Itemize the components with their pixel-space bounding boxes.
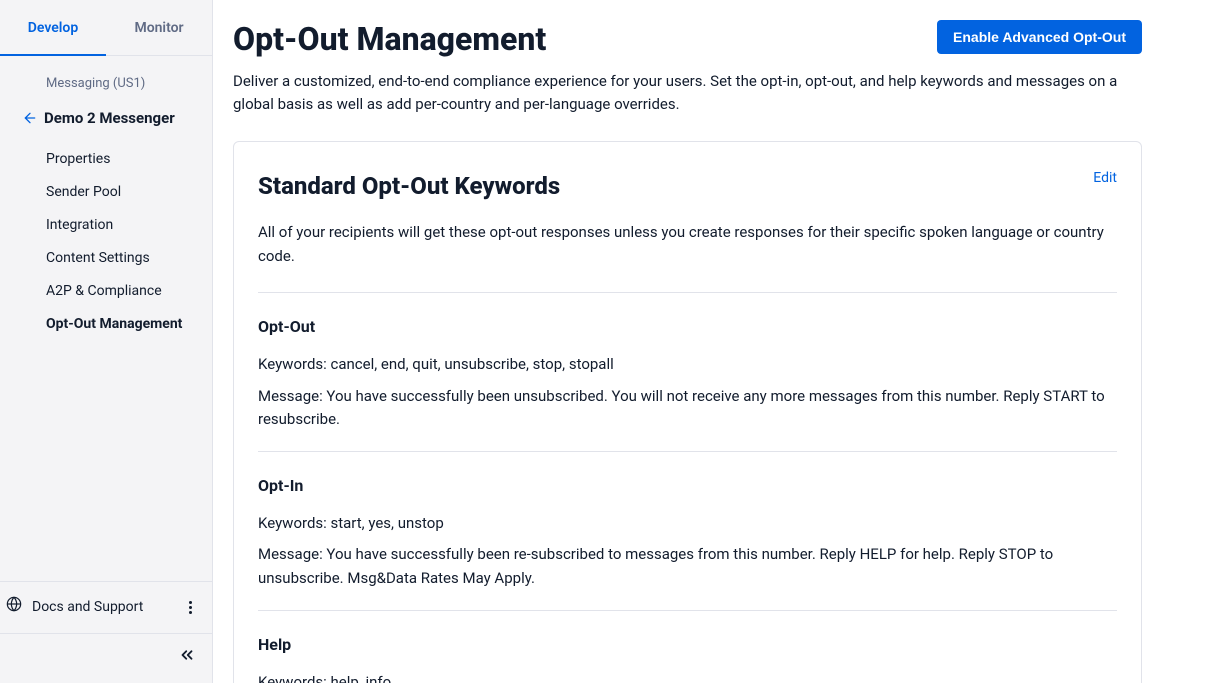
card-description: All of your recipients will get these op… (258, 220, 1117, 268)
back-row: Demo 2 Messenger (0, 102, 212, 143)
standard-keywords-card: Standard Opt-Out Keywords Edit All of yo… (233, 141, 1142, 683)
docs-support-row: Docs and Support (0, 582, 212, 634)
opt-in-heading: Opt-In (258, 474, 1117, 498)
docs-support-label: Docs and Support (32, 597, 143, 618)
sidebar-content: Messaging (US1) Demo 2 Messenger Propert… (0, 56, 212, 581)
opt-out-keywords: Keywords: cancel, end, quit, unsubscribe… (258, 353, 1117, 376)
opt-in-keywords: Keywords: start, yes, unstop (258, 512, 1117, 535)
help-heading: Help (258, 633, 1117, 657)
tab-monitor[interactable]: Monitor (106, 0, 212, 55)
sidebar-nav-list: Properties Sender Pool Integration Conte… (0, 143, 212, 341)
sidebar-item-a2p-compliance[interactable]: A2P & Compliance (46, 275, 212, 308)
opt-out-message: Message: You have successfully been unsu… (258, 385, 1117, 432)
sidebar-tabs: Develop Monitor (0, 0, 212, 56)
sidebar-footer: Docs and Support (0, 581, 212, 683)
globe-icon (6, 596, 22, 619)
collapse-sidebar-icon[interactable] (178, 646, 196, 671)
sidebar-item-sender-pool[interactable]: Sender Pool (46, 176, 212, 209)
opt-in-message: Message: You have successfully been re-s… (258, 543, 1117, 590)
breadcrumb: Messaging (US1) (0, 56, 212, 102)
sidebar-item-properties[interactable]: Properties (46, 143, 212, 176)
card-header: Standard Opt-Out Keywords Edit (258, 168, 1117, 204)
back-arrow-icon[interactable] (22, 110, 38, 133)
edit-link[interactable]: Edit (1093, 168, 1117, 189)
opt-out-section: Opt-Out Keywords: cancel, end, quit, uns… (258, 292, 1117, 451)
more-menu-icon[interactable] (185, 597, 196, 618)
sidebar-item-opt-out-management[interactable]: Opt-Out Management (46, 308, 212, 341)
page-title: Opt-Out Management (233, 20, 546, 58)
main-content: Opt-Out Management Enable Advanced Opt-O… (213, 0, 1214, 683)
sidebar-section-title: Demo 2 Messenger (44, 108, 175, 128)
opt-out-heading: Opt-Out (258, 315, 1117, 339)
help-keywords: Keywords: help, info (258, 671, 1117, 683)
card-title: Standard Opt-Out Keywords (258, 168, 560, 204)
tab-develop[interactable]: Develop (0, 0, 106, 55)
sidebar-item-content-settings[interactable]: Content Settings (46, 242, 212, 275)
page-header: Opt-Out Management Enable Advanced Opt-O… (233, 20, 1142, 58)
sidebar: Develop Monitor Messaging (US1) Demo 2 M… (0, 0, 213, 683)
opt-in-section: Opt-In Keywords: start, yes, unstop Mess… (258, 451, 1117, 610)
help-section: Help Keywords: help, info Message: Reply… (258, 610, 1117, 683)
collapse-row (0, 634, 212, 683)
app-container: Develop Monitor Messaging (US1) Demo 2 M… (0, 0, 1214, 683)
enable-advanced-opt-out-button[interactable]: Enable Advanced Opt-Out (937, 20, 1142, 54)
sidebar-item-integration[interactable]: Integration (46, 209, 212, 242)
page-description: Deliver a customized, end-to-end complia… (233, 70, 1133, 115)
docs-support-link[interactable]: Docs and Support (6, 596, 143, 619)
